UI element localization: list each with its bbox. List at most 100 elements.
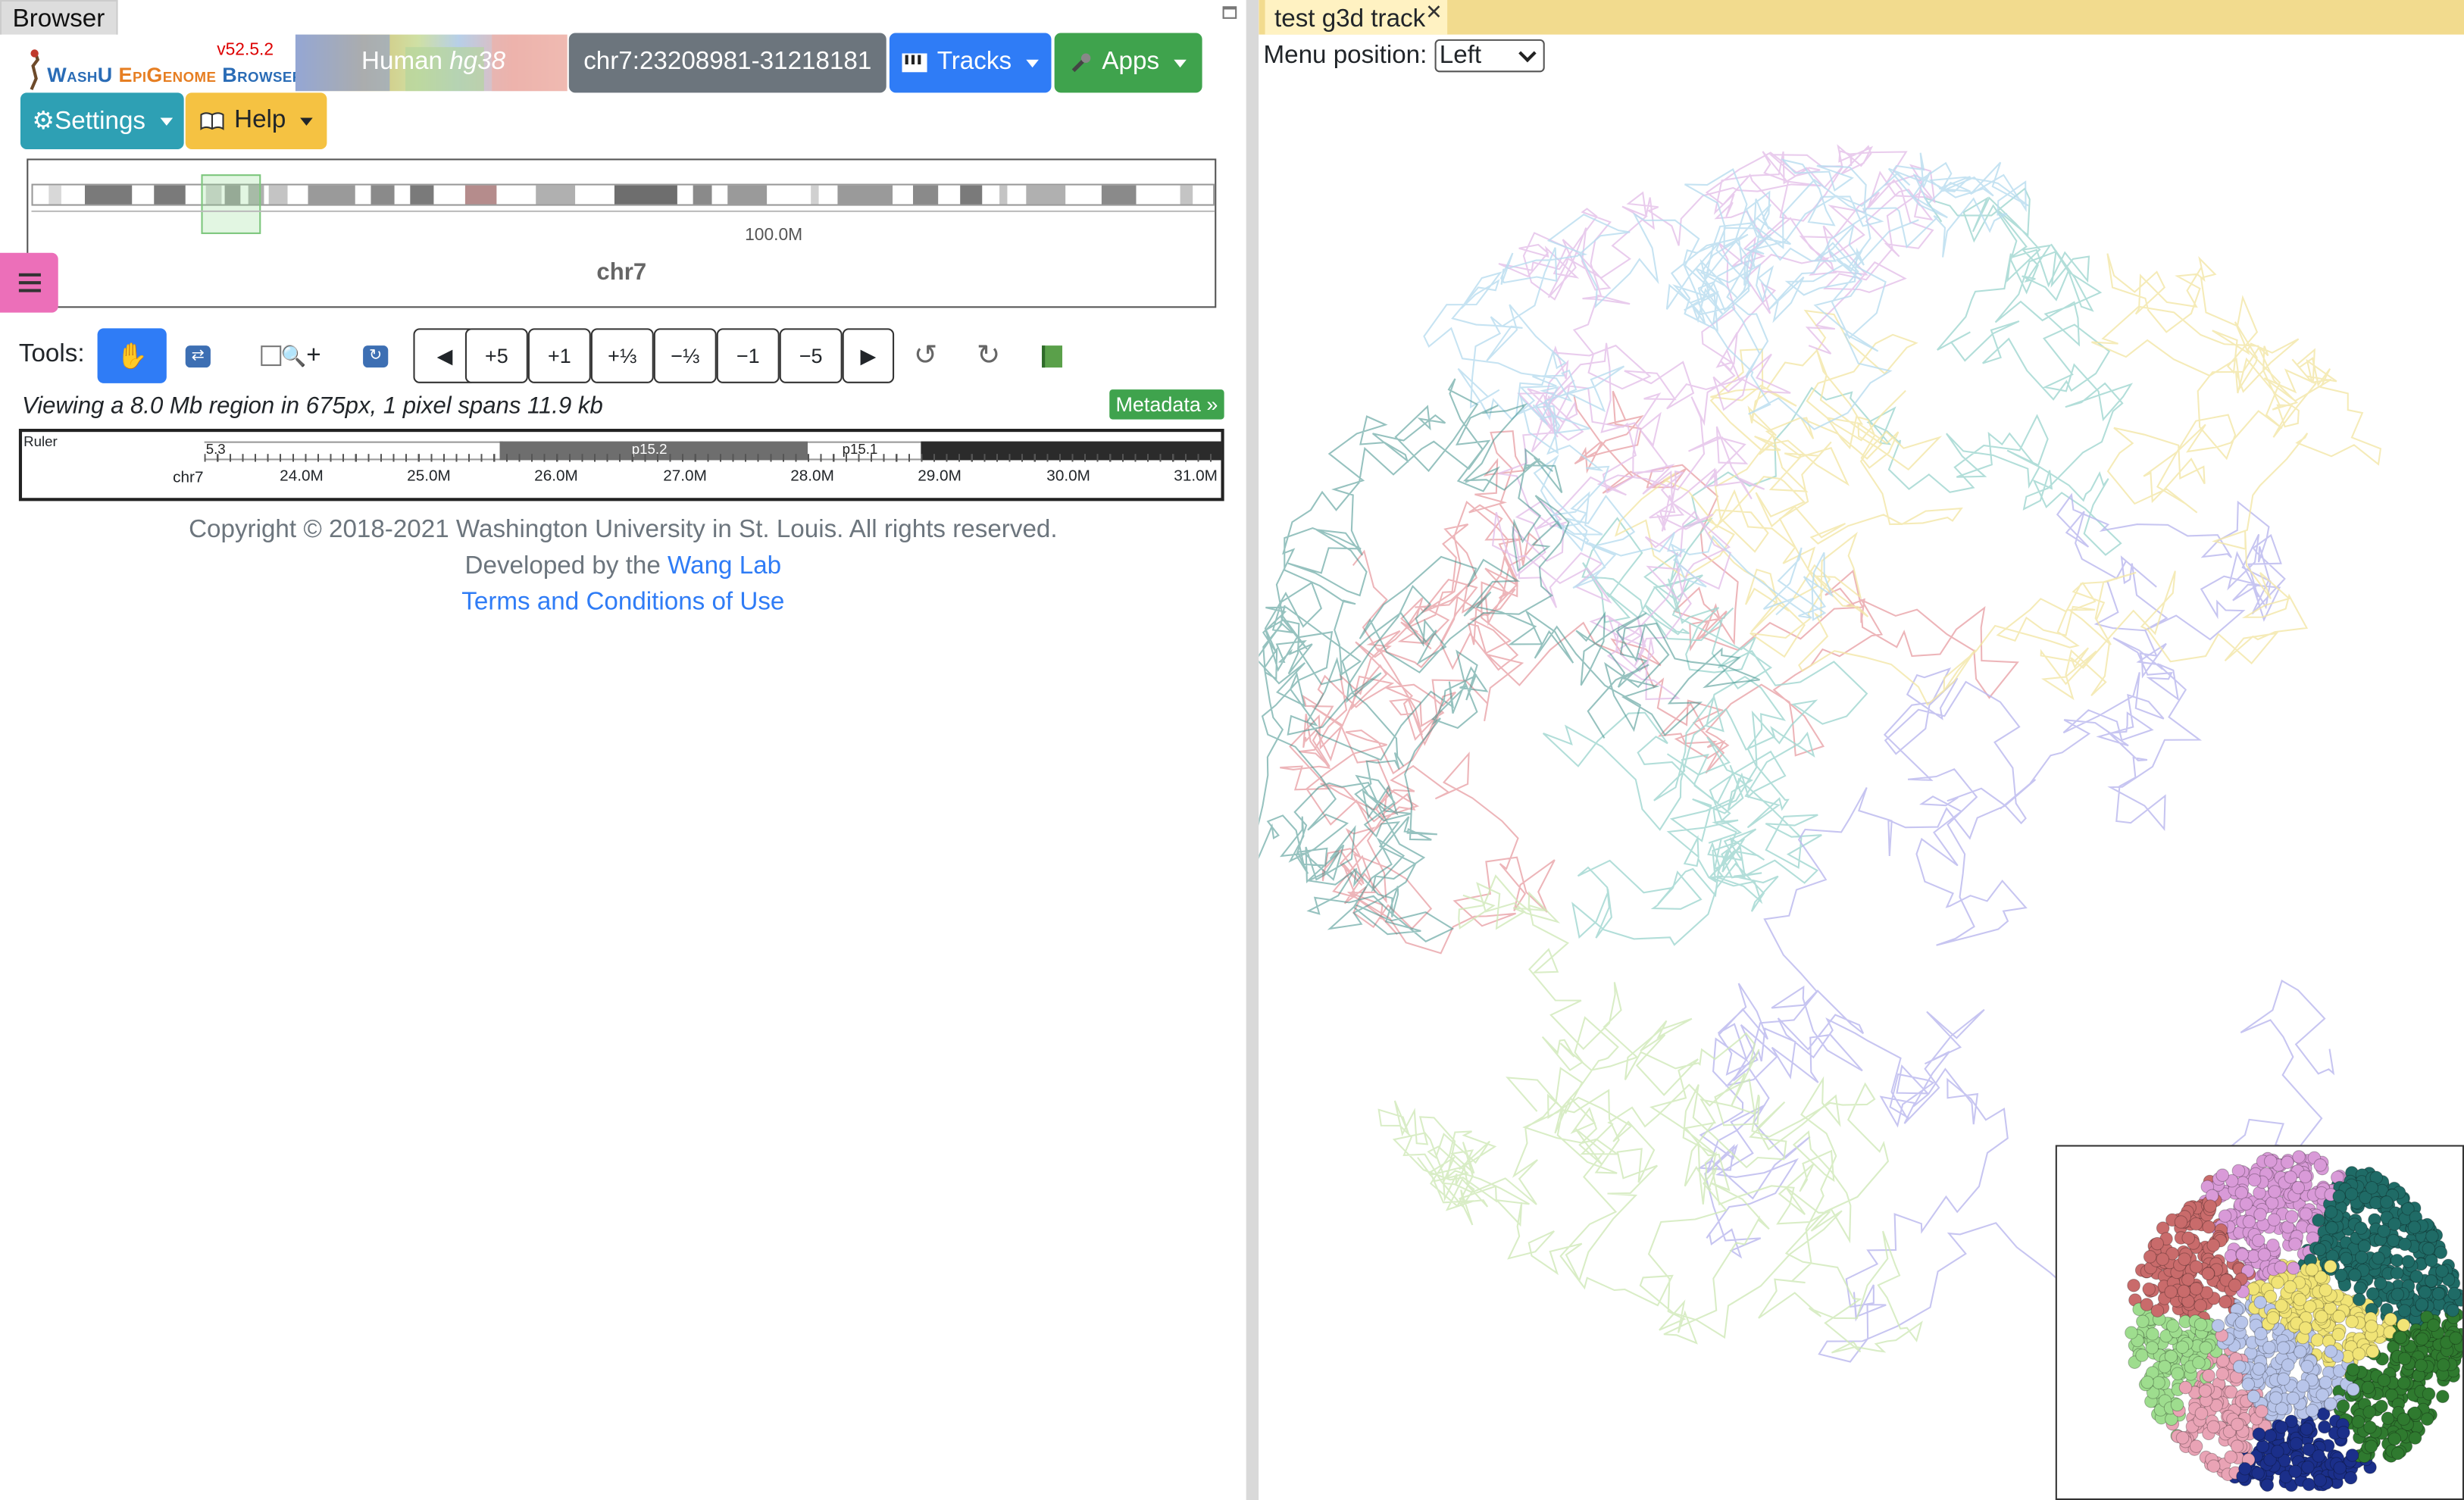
ruler-track[interactable]: Ruler 5.3 p15.2 p15.1 chr7 24.0M 25.0M 2…: [18, 429, 1224, 502]
structure-bead: [2289, 1436, 2303, 1451]
pan-right-label: ▶: [860, 343, 877, 367]
session-book-button[interactable]: [1024, 328, 1078, 383]
structure-bead: [2194, 1298, 2208, 1313]
genome-selector[interactable]: Human hg38: [295, 34, 568, 92]
structure-bead: [2146, 1327, 2159, 1341]
zoom-in-1-button[interactable]: +1: [527, 328, 591, 383]
panel-divider[interactable]: [1246, 0, 1259, 1500]
pan-right-button[interactable]: ▶: [842, 328, 895, 383]
structure-bead: [2203, 1199, 2217, 1213]
tracks-menu-button[interactable]: Tracks: [889, 33, 1052, 93]
zoom-in-third-button[interactable]: +⅓: [590, 328, 654, 383]
redo-button[interactable]: ↻: [962, 328, 1015, 383]
structure-bead: [2397, 1376, 2411, 1390]
drag-tool-button[interactable]: ✋: [97, 328, 167, 383]
close-icon[interactable]: ✕: [1425, 0, 1443, 25]
structure-bead: [2337, 1426, 2350, 1439]
hamburger-icon: [17, 273, 40, 292]
structure-bead: [2346, 1363, 2360, 1377]
structure-bead: [2437, 1358, 2450, 1372]
structure-bead: [2391, 1287, 2405, 1302]
structure-bead: [2234, 1315, 2249, 1330]
zoom-out-1-button[interactable]: −1: [716, 328, 780, 383]
structure-bead: [2218, 1209, 2232, 1223]
structure-bead: [2247, 1173, 2262, 1187]
structure-bead: [2387, 1233, 2400, 1248]
zoom-in-5-button[interactable]: +5: [464, 328, 528, 383]
region-locus-button[interactable]: chr7:23208981-31218181: [568, 33, 886, 93]
chromatin-path: [1377, 874, 1923, 1354]
structure-bead: [2292, 1150, 2306, 1164]
terms-link[interactable]: Terms and Conditions of Use: [461, 589, 784, 615]
structure-bead: [2271, 1276, 2284, 1289]
settings-label: ⚙Settings: [32, 108, 146, 136]
structure-bead: [2202, 1368, 2215, 1383]
ruler-tick-label: 25.0M: [407, 467, 451, 486]
structure-bead: [2194, 1406, 2209, 1420]
wang-lab-link[interactable]: Wang Lab: [668, 553, 781, 580]
app-title-part-2: EpiGenome: [118, 62, 217, 87]
structure-bead: [2414, 1358, 2428, 1373]
hamburger-menu-button[interactable]: [0, 252, 58, 313]
structure-bead: [2352, 1347, 2366, 1361]
region-zoom-tool-button[interactable]: 🔍 +: [249, 328, 333, 383]
structure-bead: [2143, 1250, 2157, 1264]
apps-menu-button[interactable]: Apps: [1054, 33, 1202, 93]
maximize-icon[interactable]: [1222, 6, 1237, 19]
chromosome-overview[interactable]: 100.0M chr7: [27, 158, 1217, 308]
zoom-out-5-button[interactable]: −5: [779, 328, 843, 383]
structure-bead: [2165, 1319, 2180, 1333]
structure-bead: [2313, 1473, 2328, 1487]
app-title: WashU EpiGenome Browser: [47, 63, 302, 86]
structure-bead: [2387, 1432, 2402, 1446]
structure-bead: [2271, 1445, 2284, 1458]
settings-menu-button[interactable]: ⚙Settings: [20, 92, 184, 149]
help-menu-button[interactable]: Help: [185, 92, 327, 149]
structure-bead: [2425, 1254, 2438, 1267]
g3d-minimap[interactable]: [2055, 1145, 2464, 1500]
structure-bead: [2422, 1387, 2436, 1401]
structure-bead: [2384, 1312, 2397, 1327]
menu-position-select[interactable]: Left: [1434, 39, 1545, 73]
g3d-tab[interactable]: test g3d track: [1265, 0, 1448, 35]
g3d-tabbar: test g3d track ✕: [1259, 0, 2464, 35]
structure-bead: [2142, 1282, 2156, 1296]
structure-bead: [2158, 1360, 2172, 1373]
undo-button[interactable]: ↺: [899, 328, 952, 383]
ruler-tick-label: 28.0M: [790, 467, 834, 486]
zoom-out-third-button[interactable]: −⅓: [653, 328, 717, 383]
structure-bead: [2331, 1327, 2346, 1342]
structure-bead: [2125, 1326, 2138, 1340]
chromosome-region-highlight: [201, 174, 261, 234]
structure-bead: [2178, 1252, 2191, 1266]
structure-bead: [2353, 1281, 2367, 1295]
structure-bead: [2348, 1268, 2362, 1282]
wrench-icon: [1072, 53, 1091, 73]
piano-icon: [902, 53, 928, 73]
structure-bead: [2256, 1439, 2270, 1453]
structure-bead: [2296, 1379, 2310, 1393]
structure-bead: [2234, 1186, 2249, 1200]
highlight-tool-button[interactable]: ↻: [351, 328, 401, 383]
reorder-tool-button[interactable]: ⇄: [170, 328, 227, 383]
structure-bead: [2181, 1231, 2196, 1245]
genome-species: Human: [361, 48, 442, 76]
structure-bead: [2260, 1478, 2275, 1492]
structure-bead: [2215, 1168, 2230, 1183]
structure-bead: [2287, 1261, 2300, 1275]
structure-bead: [2364, 1439, 2378, 1454]
structure-bead: [2274, 1260, 2287, 1274]
structure-bead: [2281, 1358, 2295, 1372]
structure-bead: [2344, 1470, 2358, 1485]
structure-bead: [2174, 1215, 2188, 1229]
structure-bead: [2150, 1304, 2165, 1317]
metadata-button[interactable]: Metadata »: [1109, 389, 1224, 420]
structure-bead: [2319, 1376, 2333, 1389]
browser-tab[interactable]: Browser: [0, 0, 117, 35]
structure-bead: [2391, 1446, 2405, 1461]
book-icon: [200, 112, 224, 130]
structure-bead: [2377, 1224, 2391, 1238]
structure-bead: [2262, 1340, 2276, 1355]
g3d-panel: test g3d track ✕ Menu position: Left: [1259, 0, 2464, 1500]
structure-bead: [2170, 1398, 2184, 1412]
